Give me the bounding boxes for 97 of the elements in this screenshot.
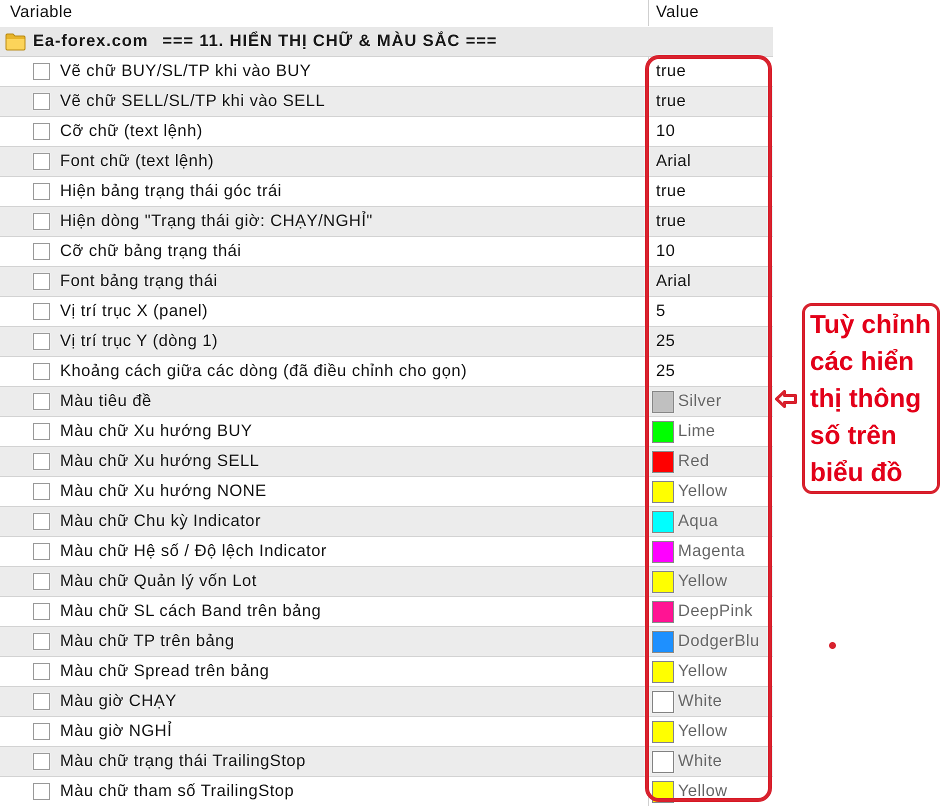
table-row[interactable]: Hiện dòng "Trạng thái giờ: CHẠY/NGHỈ" true [0,207,773,237]
value-text: White [678,692,722,711]
checkbox[interactable] [33,663,50,680]
variable-name: Màu chữ Xu hướng SELL [60,452,260,471]
callout-note: Tuỳ chỉnh các hiển thị thông số trên biểu đồ [802,303,940,494]
variable-name: Cỡ chữ bảng trạng thái [60,242,242,261]
value-text: Silver [678,392,722,411]
table-row[interactable]: Màu chữ TP trên bảng DodgerBlu [0,627,773,657]
value-text: 25 [656,332,676,351]
variable-name: Hiện bảng trạng thái góc trái [60,182,282,201]
variable-name: Màu chữ trạng thái TrailingStop [60,752,306,771]
variable-name: Màu chữ Chu kỳ Indicator [60,512,261,531]
variable-name: Màu chữ tham số TrailingStop [60,782,294,801]
variable-name: Màu chữ TP trên bảng [60,632,235,651]
variable-name: Màu chữ Xu hướng NONE [60,482,267,501]
checkbox[interactable] [33,213,50,230]
variable-name: Font chữ (text lệnh) [60,152,214,171]
value-text: DodgerBlu [678,632,760,651]
value-text: Yellow [678,722,728,741]
value-text: Arial [656,272,692,291]
value-text: DeepPink [678,602,753,621]
variable-name: Màu chữ Hệ số / Độ lệch Indicator [60,542,327,561]
value-text: 5 [656,302,666,321]
variable-name: Màu giờ CHẠY [60,692,177,711]
value-text: Lime [678,422,716,441]
column-header[interactable]: Value [648,0,773,26]
checkbox[interactable] [33,573,50,590]
table-row[interactable]: Vẽ chữ BUY/SL/TP khi vào BUY true [0,57,773,87]
table-row[interactable]: Màu giờ CHẠY White [0,687,773,717]
value-text: 10 [656,122,676,141]
variable-name: Hiện dòng "Trạng thái giờ: CHẠY/NGHỈ" [60,212,373,231]
checkbox[interactable] [33,183,50,200]
checkbox[interactable] [33,723,50,740]
table-row[interactable]: Vẽ chữ SELL/SL/TP khi vào SELL true [0,87,773,117]
table-row[interactable]: Màu chữ Xu hướng SELL Red [0,447,773,477]
variable-name: Vẽ chữ SELL/SL/TP khi vào SELL [60,92,326,111]
table-row[interactable]: Font chữ (text lệnh) Arial [0,147,773,177]
folder-icon [5,32,26,50]
checkbox[interactable] [33,543,50,560]
arrow-icon [775,390,797,408]
checkbox[interactable] [33,153,50,170]
checkbox[interactable] [33,423,50,440]
variable-name: Font bảng trạng thái [60,272,218,291]
group-title: === 11. HIỂN THỊ CHỮ & MÀU SẮC === [162,32,498,51]
variable-name: Màu giờ NGHỈ [60,722,172,741]
checkbox[interactable] [33,753,50,770]
table-row[interactable]: Màu chữ trạng thái TrailingStop White [0,747,773,777]
checkbox[interactable] [33,363,50,380]
value-text: Yellow [678,482,728,501]
checkbox[interactable] [33,273,50,290]
checkbox[interactable] [33,393,50,410]
checkbox[interactable] [33,513,50,530]
value-text: White [678,752,722,771]
variable-name: Màu chữ Xu hướng BUY [60,422,252,441]
checkbox[interactable] [33,453,50,470]
value-text: true [656,182,686,201]
variable-name: Màu tiêu đề [60,392,152,411]
value-text: Red [678,452,710,471]
checkbox[interactable] [33,333,50,350]
checkbox[interactable] [33,63,50,80]
variable-name: Khoảng cách giữa các dòng (đã điều chỉnh cho gọn) [60,362,468,381]
value-text: true [656,62,686,81]
checkbox[interactable] [33,693,50,710]
checkbox[interactable] [33,123,50,140]
value-text: Magenta [678,542,746,561]
checkbox[interactable] [33,633,50,650]
checkbox[interactable] [33,483,50,500]
group-source: Ea-forex.com [33,32,148,51]
value-text: Arial [656,152,692,171]
value-text: true [656,212,686,231]
checkbox[interactable] [33,243,50,260]
checkbox[interactable] [33,783,50,800]
dot-icon [829,642,836,649]
value-text: Yellow [678,782,728,801]
table-row[interactable]: Màu tiêu đề Silver [0,387,773,417]
column-header[interactable]: Variable [0,0,648,27]
value-text: true [656,92,686,111]
checkbox[interactable] [33,303,50,320]
variable-name: Vẽ chữ BUY/SL/TP khi vào BUY [60,62,312,81]
table-row[interactable]: Màu chữ Quản lý vốn Lot Yellow [0,567,773,597]
value-text: 10 [656,242,676,261]
variable-name: Màu chữ Quản lý vốn Lot [60,572,257,591]
value-text: Yellow [678,572,728,591]
value-text: Yellow [678,662,728,681]
variable-name: Vị trí trục Y (dòng 1) [60,332,218,351]
variable-name: Màu chữ SL cách Band trên bảng [60,602,322,621]
variable-name: Vị trí trục X (panel) [60,302,208,321]
table-row[interactable]: Vị trí trục Y (dòng 1) 25 [0,327,773,357]
checkbox[interactable] [33,603,50,620]
variable-name: Màu chữ Spread trên bảng [60,662,270,681]
value-text: 25 [656,362,676,381]
table-row[interactable]: Font bảng trạng thái Arial [0,267,773,297]
variable-name: Cỡ chữ (text lệnh) [60,122,203,141]
checkbox[interactable] [33,93,50,110]
table-row[interactable]: Màu chữ Chu kỳ Indicator Aqua [0,507,773,537]
value-text: Aqua [678,512,718,531]
group-row[interactable]: Ea-forex.com === 11. HIỂN THỊ CHỮ & MÀU SẮC === [0,27,773,57]
